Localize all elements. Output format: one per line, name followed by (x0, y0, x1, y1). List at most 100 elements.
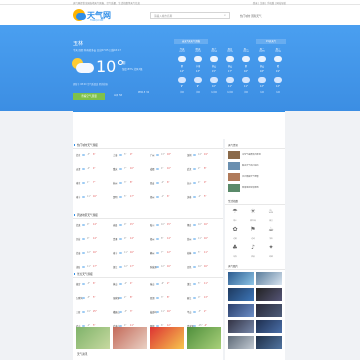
city-weather-link[interactable]: 黄山 -2° 4° (113, 282, 149, 286)
forecast-day[interactable]: 周二 01/07 多云 18° 12° 东风 (254, 47, 270, 109)
city-weather-link[interactable]: 博白 10° 16° (187, 223, 223, 227)
city-weather-link[interactable]: 南宁 11° 16° (76, 195, 112, 199)
city-weather-link[interactable]: 重庆 7° 10° (113, 167, 149, 171)
city-search-box[interactable]: 请输入城市名称 ⌕ (150, 12, 230, 19)
life-index-item[interactable]: ♨ 感冒 (265, 207, 277, 222)
life-index-item[interactable]: ♣ 穿衣 (229, 243, 241, 258)
city-weather-link[interactable]: 鼓浪屿 11° 16° (150, 310, 186, 314)
city-weather-link[interactable]: 三亚 19° 25° (76, 310, 112, 314)
city-weather-link[interactable]: 南京 1° 7° (76, 181, 112, 185)
news-thumbnail[interactable] (228, 162, 240, 170)
city-weather-link[interactable]: 故宫 -3° 6° (76, 282, 112, 286)
city-weather-link[interactable]: 茂名 11° 17° (76, 265, 112, 269)
news-thumbnail[interactable] (228, 184, 240, 192)
photo-travel[interactable] (150, 327, 184, 349)
city-weather-link[interactable]: 张家界 2° 8° (113, 296, 149, 300)
air-quality-button[interactable]: 查看空气质量 (73, 93, 105, 100)
city-weather-link[interactable]: 华山 -5° 2° (187, 310, 223, 314)
forecast-day[interactable]: 今天 01/02 阴 14° 9° 北风 (174, 47, 190, 109)
search-input[interactable]: 请输入城市名称 (154, 14, 172, 18)
city-weather-link[interactable]: 百色 10° 16° (187, 265, 223, 269)
city-weather-link[interactable]: 北海 12° 16° (76, 251, 112, 255)
city-name: 济南 (187, 196, 192, 199)
photo-map[interactable] (256, 272, 282, 285)
photo-plant[interactable] (187, 327, 221, 349)
photo-meeting[interactable] (113, 327, 147, 349)
life-index-item[interactable]: ☀ 紫外线 (247, 207, 259, 222)
city-weather-link[interactable]: 丽江 0° 13° (187, 296, 223, 300)
city-weather-link[interactable]: 天津 -4° 4° (76, 167, 112, 171)
city-low-temp: -3° (124, 310, 128, 313)
city-weather-link[interactable]: 陆川 10° 15° (150, 223, 186, 227)
city-weather-link[interactable]: 兴业 9° 14° (76, 237, 112, 241)
city-weather-link[interactable]: 济南 -2° 5° (187, 195, 223, 199)
city-weather-link[interactable]: 西湖 3° 8° (150, 296, 186, 300)
photo-typhoon[interactable] (228, 320, 254, 333)
cloud-icon (156, 251, 159, 254)
life-index-item[interactable]: ♪ 旅游 (247, 243, 259, 258)
forecast-condition: 阴 (244, 65, 248, 68)
city-weather-link[interactable]: 西安 -2° 6° (150, 181, 186, 185)
city-weather-link[interactable]: 泰山 -6° 2° (150, 282, 186, 286)
city-low-temp: 11° (87, 195, 91, 198)
photo-sky[interactable] (256, 336, 282, 349)
city-weather-link[interactable]: 成都 4° 10° (150, 167, 186, 171)
city-weather-link[interactable]: 深圳 14° 19° (187, 153, 223, 157)
city-weather-link[interactable]: 桂林 5° 11° (187, 251, 223, 255)
forecast-day[interactable]: 周一 01/06 阴 16° 11° 北风 (238, 47, 254, 109)
city-weather-link[interactable]: 广州 13° 18° (150, 153, 186, 157)
cloud-icon (193, 181, 196, 184)
life-index-item[interactable]: ☕ 洗车 (265, 225, 277, 240)
city-weather-link[interactable]: 昆明 5° 17° (113, 195, 149, 199)
search-icon[interactable]: ⌕ (221, 13, 229, 18)
city-weather-link[interactable]: 北京 -3° 6° (76, 153, 112, 157)
site-logo[interactable]: 天气网 TIANQI.COM (73, 7, 113, 23)
city-high-temp: 5° (204, 195, 207, 198)
city-weather-link[interactable]: 梧州 8° 14° (150, 237, 186, 241)
life-index-item[interactable]: ⚑ 运动 (247, 225, 259, 240)
city-weather-link[interactable]: 防城港 12° 16° (150, 265, 186, 269)
news-headline[interactable]: 冷空气来袭南方降温 (242, 153, 282, 156)
news-headline[interactable]: 西南地区将有降雨 (242, 186, 282, 189)
photo-rain[interactable] (256, 320, 282, 333)
city-weather-link[interactable]: 柳州 7° 12° (150, 251, 186, 255)
city-weather-link[interactable]: 钦州 11° 16° (187, 237, 223, 241)
forecast-day[interactable]: 明天 01/03 小雨 13° 9° 北风 (190, 47, 206, 109)
life-index-item[interactable]: ✿ 过敏 (229, 225, 241, 240)
city-name: 西安 (150, 182, 155, 185)
city-weather-link[interactable]: 上海 5° 9° (113, 153, 149, 157)
forecast-day[interactable]: 周三 01/08 晴 19° 12° 东风 (270, 47, 286, 109)
city-weather-link[interactable]: 北流 9° 14° (76, 223, 112, 227)
news-headline[interactable]: 北方雾霾天气预警 (242, 175, 282, 178)
news-thumbnail[interactable] (228, 151, 240, 159)
city-weather-link[interactable]: 南宁 11° 16° (113, 251, 149, 255)
photo-satellite[interactable] (256, 288, 282, 301)
photo-cloud[interactable] (228, 304, 254, 317)
side-news-title: 天气资讯 (228, 144, 239, 147)
city-weather-link[interactable]: 武汉 2° 8° (187, 167, 223, 171)
tab-7day[interactable]: 未来7天天气预报 (174, 39, 208, 44)
header-links[interactable]: 热门城市 国际天气 (240, 14, 262, 18)
forecast-day[interactable]: 周日 01/05 多云 17° 11° 东北风 (222, 47, 238, 109)
cloud-icon (119, 167, 122, 170)
life-index-item[interactable]: ✦ 晾晒 (265, 243, 277, 258)
city-weather-link[interactable]: 九寨沟 -5° 5° (76, 296, 112, 300)
photo-city[interactable] (228, 272, 254, 285)
tab-15day[interactable]: 15天天气 (256, 39, 286, 44)
news-thumbnail[interactable] (228, 173, 240, 181)
city-weather-link[interactable]: 容县 9° 15° (113, 223, 149, 227)
forecast-day[interactable]: 周六 01/04 多云 15° 10° 东北风 (206, 47, 222, 109)
city-weather-link[interactable]: 湛江 12° 17° (113, 265, 149, 269)
photo-night[interactable] (256, 304, 282, 317)
news-headline[interactable]: 春运天气出行提示 (242, 164, 282, 167)
city-weather-link[interactable]: 漓江 5° 11° (187, 282, 223, 286)
photo-landscape[interactable] (76, 327, 110, 349)
photo-fog[interactable] (228, 336, 254, 349)
city-weather-link[interactable]: 郑州 -1° 6° (150, 195, 186, 199)
city-weather-link[interactable]: 峨眉山 -3° 3° (113, 310, 149, 314)
photo-radar[interactable] (228, 288, 254, 301)
city-weather-link[interactable]: 长沙 4° 9° (187, 181, 223, 185)
city-weather-link[interactable]: 杭州 3° 8° (113, 181, 149, 185)
city-weather-link[interactable]: 贵港 9° 14° (113, 237, 149, 241)
life-index-item[interactable]: ☂ 雨伞 (229, 207, 241, 222)
